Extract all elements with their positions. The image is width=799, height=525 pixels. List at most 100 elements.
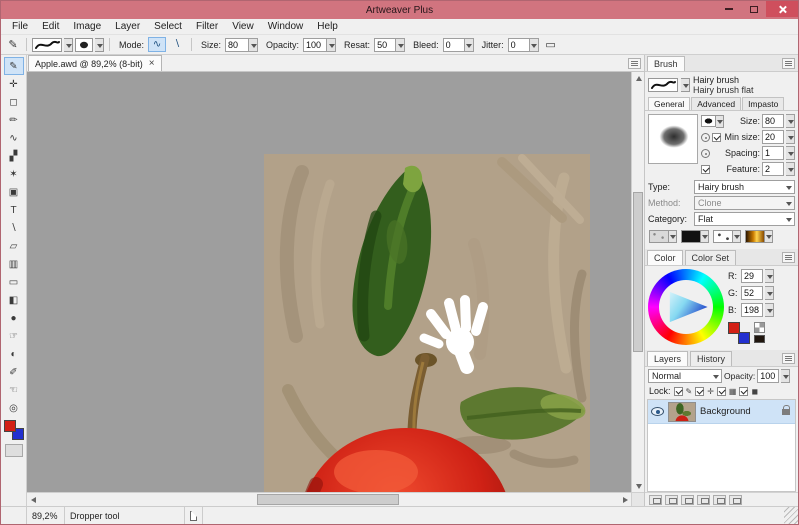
minimize-button[interactable] [716,1,741,17]
lock-paint-checkbox[interactable] [674,387,683,396]
horizontal-scrollbar[interactable] [27,492,644,506]
tab-layers[interactable]: Layers [647,351,688,366]
pattern-preset-select[interactable] [713,230,741,243]
tool-fill[interactable]: ◧ [4,291,24,309]
layer-opacity-input[interactable] [757,369,779,383]
brush-tip-dropdown[interactable] [95,38,104,52]
tool-clone-stamp[interactable]: ▣ [4,183,24,201]
green-spinner[interactable] [765,286,774,300]
panel-menu-icon[interactable] [782,58,795,69]
color-set-icon[interactable] [754,322,765,333]
tool-pencil[interactable]: ✏ [4,111,24,129]
tool-eyedropper[interactable]: ✐ [4,363,24,381]
opacity-spinner[interactable] [327,38,336,52]
panel-menu-icon[interactable] [782,353,795,364]
scroll-left-icon[interactable] [27,493,40,506]
resat-spinner[interactable] [396,38,405,52]
brush-size-input[interactable] [762,114,784,128]
tab-color-set[interactable]: Color Set [685,250,737,265]
straight-line-mode-button[interactable]: ∖ [168,37,186,52]
tab-brush[interactable]: Brush [647,56,685,71]
red-spinner[interactable] [765,269,774,283]
tool-move[interactable]: ✛ [4,75,24,93]
menu-view[interactable]: View [225,19,261,34]
layer-visibility-icon[interactable] [651,407,664,416]
feature-checkbox[interactable] [701,165,710,174]
brush-stroke-preview[interactable] [32,38,62,52]
tab-history[interactable]: History [690,351,732,366]
layer-link-button[interactable] [649,495,662,505]
opacity-input[interactable] [303,38,327,52]
feature-input[interactable] [762,162,784,176]
color-preset-select[interactable] [681,230,709,243]
category-select[interactable]: Flat [694,212,795,226]
brush-size-spinner[interactable] [786,114,795,128]
canvas-viewport[interactable] [27,72,644,492]
tool-gradient[interactable]: ▥ [4,255,24,273]
size-input[interactable] [225,38,249,52]
foreground-color-swatch[interactable] [728,322,740,334]
document-tab[interactable]: Apple.awd @ 89,2% (8-bit) × [28,55,162,71]
tool-brush[interactable]: ✎ [4,57,24,75]
tool-rect-select[interactable]: ◻ [4,93,24,111]
tool-line[interactable]: ∖ [4,219,24,237]
tool-zoom[interactable]: ◎ [4,399,24,417]
min-size-checkbox[interactable] [712,133,721,142]
document-info-cell[interactable] [185,507,203,524]
scroll-down-icon[interactable] [632,479,644,492]
texture-preset-select[interactable] [649,230,677,243]
brush-tip-large-preview[interactable] [648,114,698,164]
tab-color[interactable]: Color [647,250,683,265]
blend-mode-select[interactable]: Normal [648,369,722,383]
resize-grip[interactable] [784,507,798,524]
blue-input[interactable] [741,303,763,317]
color-wheel[interactable] [648,269,724,345]
green-input[interactable] [741,286,763,300]
tip-shape-select[interactable] [701,115,724,128]
menu-edit[interactable]: Edit [35,19,66,34]
color-triangle[interactable] [659,280,713,334]
tool-blur[interactable]: ● [4,309,24,327]
document-close-icon[interactable]: × [149,60,155,68]
layer-row-background[interactable]: Background [648,400,795,424]
menu-image[interactable]: Image [66,19,108,34]
foreground-color-swatch[interactable] [4,420,16,432]
close-button[interactable] [766,1,798,17]
resat-input[interactable] [374,38,396,52]
tool-text[interactable]: T [4,201,24,219]
brush-variant-preview[interactable] [648,78,678,92]
red-input[interactable] [741,269,763,283]
menu-file[interactable]: File [5,19,35,34]
foreground-background-colors[interactable] [728,322,750,344]
vertical-scroll-thumb[interactable] [633,192,643,352]
layer-mask-button[interactable] [665,495,678,505]
lock-pixels-checkbox[interactable] [717,387,726,396]
bleed-spinner[interactable] [465,38,474,52]
menu-select[interactable]: Select [147,19,189,34]
tool-lasso[interactable]: ∿ [4,129,24,147]
new-layer-button[interactable] [713,495,726,505]
tab-impasto[interactable]: Impasto [742,97,784,110]
vertical-scrollbar[interactable] [631,72,644,492]
brush-variant-dropdown[interactable] [681,78,690,92]
canvas-painting[interactable] [264,154,590,492]
menu-layer[interactable]: Layer [108,19,147,34]
scroll-right-icon[interactable] [618,493,631,506]
quick-mask-button[interactable] [5,444,23,457]
tab-advanced[interactable]: Advanced [691,97,741,110]
jitter-spinner[interactable] [530,38,539,52]
size-spinner[interactable] [249,38,258,52]
tool-dodge[interactable]: ◐ [4,345,24,363]
tool-hand[interactable]: ☜ [4,381,24,399]
brush-preset-dropdown[interactable] [64,38,73,52]
freehand-mode-button[interactable]: ∿ [148,37,166,52]
spacing-input[interactable] [762,146,784,160]
lock-all-checkbox[interactable] [739,387,748,396]
spacing-spinner[interactable] [786,146,795,160]
title-bar[interactable]: Artweaver Plus [1,1,798,19]
layer-opacity-spinner[interactable] [781,369,790,383]
tool-crop[interactable]: ▞ [4,147,24,165]
menu-help[interactable]: Help [310,19,345,34]
horizontal-scroll-thumb[interactable] [257,494,399,505]
layer-effects-button[interactable] [681,495,694,505]
